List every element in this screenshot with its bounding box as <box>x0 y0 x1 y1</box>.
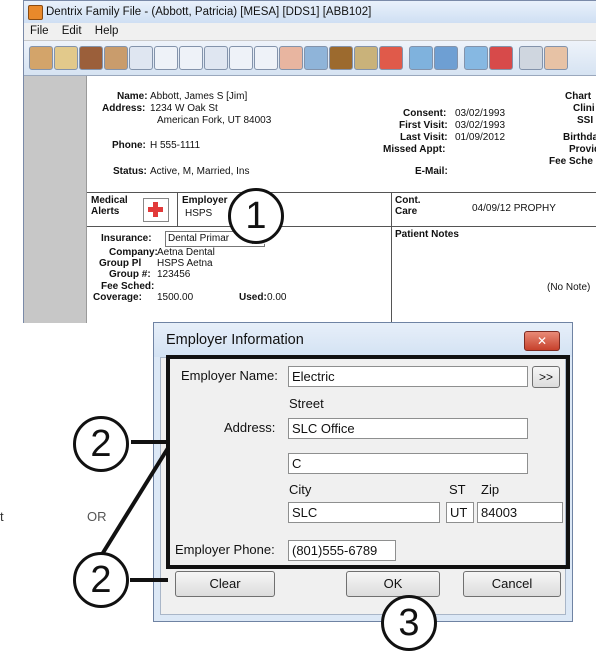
callout-3: 3 <box>381 595 437 651</box>
callout-2-top: 2 <box>73 416 129 472</box>
callout-2-bottom: 2 <box>73 552 129 608</box>
callout-1: 1 <box>228 188 284 244</box>
